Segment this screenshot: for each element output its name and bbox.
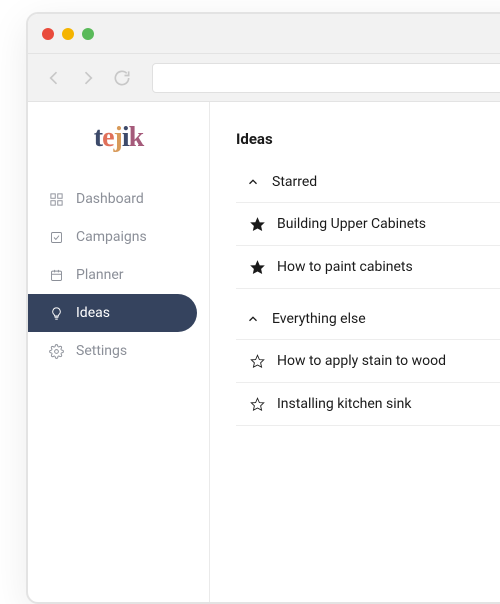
traffic-lights: [42, 28, 94, 40]
idea-list-everything-else: How to apply stain to wood Installing ki…: [236, 339, 500, 426]
campaigns-icon: [48, 229, 64, 245]
idea-item[interactable]: How to apply stain to wood: [236, 339, 500, 382]
sidebar-item-label: Settings: [76, 343, 127, 359]
reload-button[interactable]: [110, 66, 134, 90]
sidebar-item-ideas[interactable]: Ideas: [28, 294, 197, 332]
group-label: Everything else: [272, 311, 366, 327]
minimize-window-button[interactable]: [62, 28, 74, 40]
chevron-up-icon: [246, 312, 260, 326]
planner-icon: [48, 267, 64, 283]
browser-window: × + tejik Dashboard: [26, 12, 500, 604]
ideas-icon: [48, 305, 64, 321]
group-header-starred[interactable]: Starred: [236, 170, 500, 202]
page-title: Ideas: [236, 130, 500, 148]
main-panel: Ideas Starred Building Upper Cabinets: [210, 102, 500, 602]
idea-item[interactable]: How to paint cabinets: [236, 245, 500, 289]
group-header-everything-else[interactable]: Everything else: [236, 307, 500, 339]
sidebar-item-settings[interactable]: Settings: [28, 332, 209, 370]
sidebar-item-planner[interactable]: Planner: [28, 256, 209, 294]
browser-toolbar: [28, 54, 500, 102]
sidebar-item-label: Dashboard: [76, 191, 144, 207]
star-filled-icon[interactable]: [250, 217, 265, 232]
idea-title: Building Upper Cabinets: [277, 216, 426, 232]
chevron-up-icon: [246, 175, 260, 189]
settings-icon: [48, 343, 64, 359]
sidebar-item-label: Campaigns: [76, 229, 147, 245]
star-outline-icon[interactable]: [250, 354, 265, 369]
star-outline-icon[interactable]: [250, 397, 265, 412]
idea-title: How to apply stain to wood: [277, 353, 446, 369]
window-titlebar: × +: [28, 14, 500, 54]
star-filled-icon[interactable]: [250, 260, 265, 275]
sidebar: tejik Dashboard Campaigns: [28, 102, 210, 602]
group-label: Starred: [272, 174, 317, 190]
idea-title: How to paint cabinets: [277, 259, 413, 275]
back-button[interactable]: [42, 66, 66, 90]
idea-list-starred: Building Upper Cabinets How to paint cab…: [236, 202, 500, 289]
idea-item[interactable]: Building Upper Cabinets: [236, 202, 500, 245]
app-content: tejik Dashboard Campaigns: [28, 102, 500, 602]
maximize-window-button[interactable]: [82, 28, 94, 40]
sidebar-item-label: Ideas: [76, 305, 110, 321]
forward-button[interactable]: [76, 66, 100, 90]
sidebar-item-dashboard[interactable]: Dashboard: [28, 180, 209, 218]
idea-item[interactable]: Installing kitchen sink: [236, 382, 500, 426]
address-bar[interactable]: [152, 63, 500, 93]
sidebar-nav: Dashboard Campaigns Planner: [28, 180, 209, 370]
dashboard-icon: [48, 191, 64, 207]
sidebar-item-label: Planner: [76, 267, 123, 283]
idea-title: Installing kitchen sink: [277, 396, 411, 412]
app-logo: tejik: [28, 122, 209, 154]
close-window-button[interactable]: [42, 28, 54, 40]
sidebar-item-campaigns[interactable]: Campaigns: [28, 218, 209, 256]
